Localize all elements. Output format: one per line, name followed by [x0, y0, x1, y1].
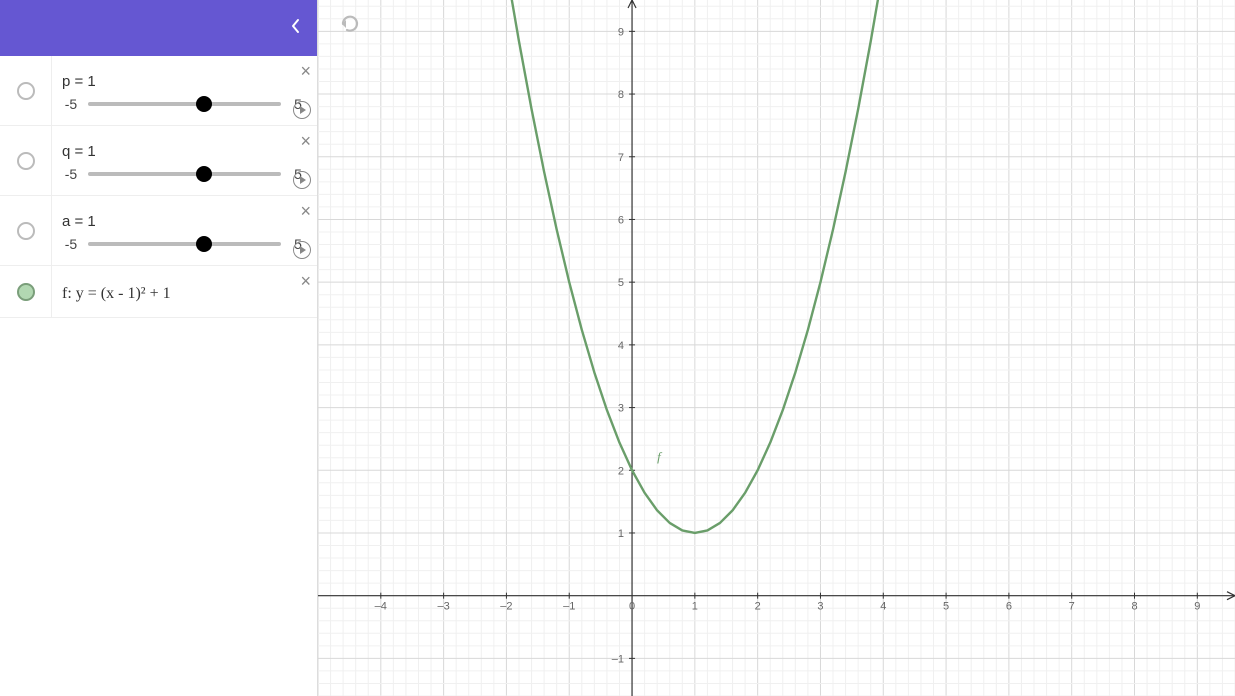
slider-thumb[interactable]: [196, 166, 212, 182]
slider-track[interactable]: [88, 102, 281, 106]
svg-text:–2: –2: [500, 601, 512, 613]
param-label: p = 1: [62, 73, 307, 90]
svg-text:7: 7: [618, 152, 624, 164]
circle-icon: [17, 82, 35, 100]
slider-track[interactable]: [88, 242, 281, 246]
param-label: q = 1: [62, 143, 307, 160]
slider-min-label: -5: [62, 166, 80, 182]
svg-text:5: 5: [618, 277, 624, 289]
svg-text:4: 4: [618, 340, 624, 352]
sidebar: × p = 1 -5 5 × q = 1 -5 5: [0, 0, 318, 696]
circle-icon: [17, 152, 35, 170]
param-row-p: × p = 1 -5 5: [0, 56, 317, 126]
slider-thumb[interactable]: [196, 236, 212, 252]
slider-thumb[interactable]: [196, 96, 212, 112]
close-icon[interactable]: ×: [300, 272, 311, 290]
play-icon[interactable]: [293, 241, 311, 259]
param-visibility-toggle[interactable]: [0, 196, 52, 265]
svg-text:6: 6: [1006, 601, 1012, 613]
svg-text:1: 1: [618, 528, 624, 540]
close-icon[interactable]: ×: [300, 202, 311, 220]
svg-text:8: 8: [618, 89, 624, 101]
sidebar-header: [0, 0, 317, 56]
slider-min-label: -5: [62, 236, 80, 252]
circle-icon: [17, 283, 35, 301]
close-icon[interactable]: ×: [300, 62, 311, 80]
circle-icon: [17, 222, 35, 240]
slider-min-label: -5: [62, 96, 80, 112]
coordinate-plane[interactable]: –4 –3 –2 –1 0 1 2 3 4 5 6 7 8 9 –1 1 2 3 4 5 6 7 8 9 f: [318, 0, 1235, 696]
param-row-a: × a = 1 -5 5: [0, 196, 317, 266]
svg-text:–1: –1: [563, 601, 575, 613]
svg-text:0: 0: [629, 601, 635, 613]
svg-text:6: 6: [618, 214, 624, 226]
collapse-sidebar-icon[interactable]: [291, 18, 301, 39]
undo-icon[interactable]: [338, 14, 362, 39]
close-icon[interactable]: ×: [300, 132, 311, 150]
svg-text:–4: –4: [375, 601, 387, 613]
play-icon[interactable]: [293, 101, 311, 119]
param-visibility-toggle[interactable]: [0, 56, 52, 125]
svg-text:9: 9: [618, 26, 624, 38]
svg-text:2: 2: [618, 465, 624, 477]
function-label: f: y = (x - 1)² + 1: [62, 285, 307, 303]
play-icon[interactable]: [293, 171, 311, 189]
svg-text:8: 8: [1131, 601, 1137, 613]
svg-text:1: 1: [692, 601, 698, 613]
svg-text:3: 3: [817, 601, 823, 613]
svg-text:5: 5: [943, 601, 949, 613]
param-label: a = 1: [62, 213, 307, 230]
graph-area[interactable]: –4 –3 –2 –1 0 1 2 3 4 5 6 7 8 9 –1 1 2 3 4 5 6 7 8 9 f: [318, 0, 1235, 696]
svg-text:–3: –3: [437, 601, 449, 613]
svg-text:4: 4: [880, 601, 886, 613]
svg-text:9: 9: [1194, 601, 1200, 613]
function-row[interactable]: × f: y = (x - 1)² + 1: [0, 266, 317, 318]
slider-track[interactable]: [88, 172, 281, 176]
param-row-q: × q = 1 -5 5: [0, 126, 317, 196]
svg-text:2: 2: [755, 601, 761, 613]
svg-text:f: f: [657, 449, 663, 464]
param-visibility-toggle[interactable]: [0, 126, 52, 195]
svg-text:3: 3: [618, 403, 624, 415]
svg-text:–1: –1: [612, 653, 624, 665]
function-visibility-toggle[interactable]: [0, 266, 52, 317]
svg-text:7: 7: [1069, 601, 1075, 613]
